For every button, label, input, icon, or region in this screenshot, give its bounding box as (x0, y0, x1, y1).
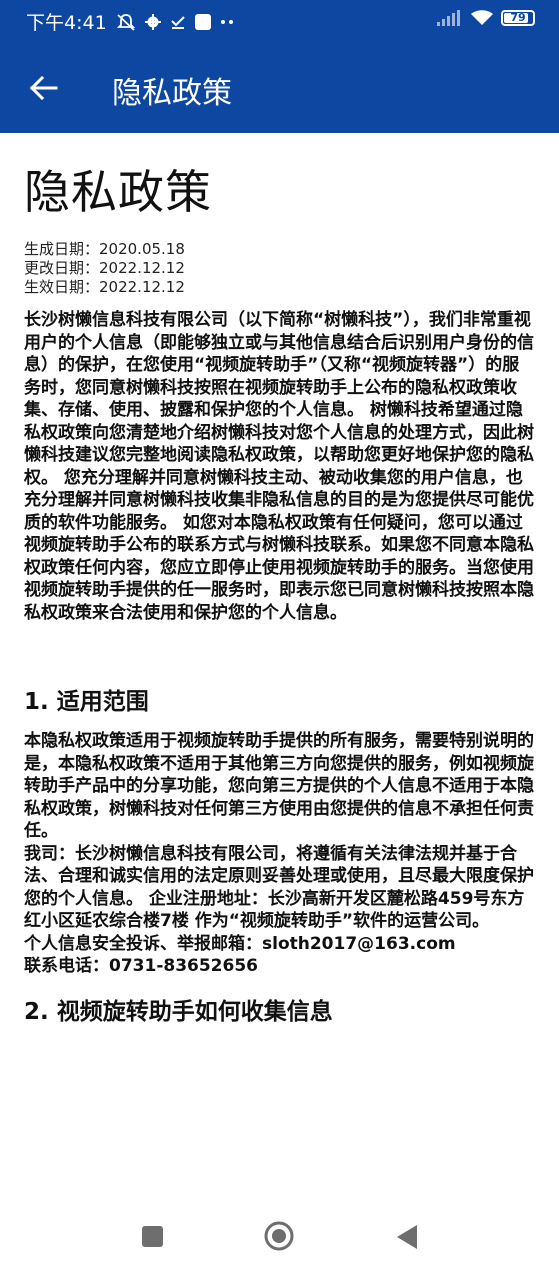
back-button[interactable] (26, 70, 62, 106)
home-button[interactable] (264, 1221, 294, 1251)
more-dots-icon (220, 19, 233, 24)
nav-back-button[interactable] (395, 1224, 419, 1250)
mute-icon (116, 13, 135, 31)
page-title: 隐私政策 (24, 165, 212, 219)
section-1-paragraph-1: 本隐私权政策适用于视频旋转助手提供的所有服务，需要特别说明的是，本隐私权政策不适… (24, 731, 534, 841)
section-1-paragraph-2: 我司：长沙树懒信息科技有限公司，将遵循有关法律法规并基于合法、合理和诚实信用的法… (24, 843, 534, 932)
gear-icon (144, 13, 161, 30)
intro-paragraph: 长沙树懒信息科技有限公司（以下简称“树懒科技”），我们非常重视用户的个人信息（即… (24, 310, 534, 623)
date-block: 生成日期：2020.05.18 更改日期：2022.12.12 生效日期：202… (24, 240, 536, 297)
battery-level: 79 (510, 11, 526, 24)
status-time: 下午4:41 (26, 12, 107, 34)
wifi-icon (471, 10, 493, 25)
generated-date: 生成日期：2020.05.18 (24, 240, 185, 258)
arrow-left-icon (29, 75, 58, 101)
contact-phone: 联系电话：0731-83652656 (24, 956, 258, 976)
status-bar: 下午4:41 79 (0, 0, 559, 44)
section-2-heading: 2. 视频旋转助手如何收集信息 (24, 998, 333, 1025)
app-bar: 隐私政策 (0, 44, 559, 133)
app-bar-title: 隐私政策 (112, 76, 232, 111)
download-done-icon (170, 15, 185, 29)
updated-date: 更改日期：2022.12.12 (24, 259, 185, 277)
battery-icon: 79 (501, 10, 535, 26)
system-nav-bar (0, 1194, 559, 1280)
effective-date: 生效日期：2022.12.12 (24, 278, 185, 296)
signal-icon (437, 10, 460, 26)
policy-content: 隐私政策 生成日期：2020.05.18 更改日期：2022.12.12 生效日… (24, 156, 536, 1026)
square-icon (194, 13, 211, 30)
recents-button[interactable] (142, 1226, 163, 1247)
complaint-email: 个人信息安全投诉、举报邮箱：sloth2017@163.com (24, 933, 456, 954)
section-1-heading: 1. 适用范围 (24, 689, 149, 715)
